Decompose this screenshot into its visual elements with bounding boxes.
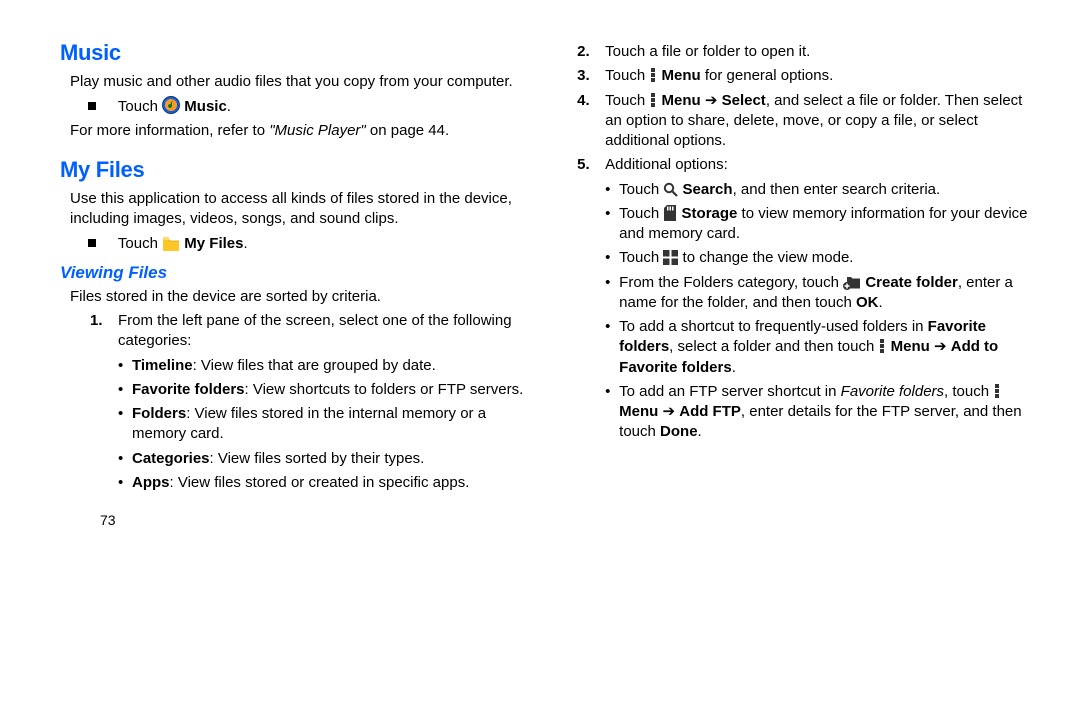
right-column: 2. Touch a file or folder to open it. 3.… — [555, 38, 1040, 698]
touch-myfiles-line: Touch My Files. — [70, 234, 525, 254]
step-number: 1. — [90, 311, 118, 352]
myfiles-label: My Files — [184, 235, 243, 252]
search-icon — [663, 182, 678, 197]
option-add-ftp: • To add an FTP server shortcut in Favor… — [605, 382, 1040, 443]
page-number: 73 — [100, 511, 525, 530]
menu-dots-icon — [649, 92, 657, 108]
heading-viewing: Viewing Files — [60, 262, 525, 285]
step-5: 5. Additional options: — [577, 155, 1040, 175]
music-label: Music — [184, 98, 227, 115]
touch-text: Touch — [118, 235, 162, 252]
step-3: 3. Touch Menu for general options. — [577, 66, 1040, 86]
category-folders: • Folders: View files stored in the inte… — [118, 404, 525, 445]
grid-view-icon — [663, 250, 678, 265]
myfiles-intro: Use this application to access all kinds… — [70, 189, 525, 230]
create-folder-icon — [843, 275, 861, 290]
touch-music-line: Touch Music. — [70, 96, 525, 117]
step-2: 2. Touch a file or folder to open it. — [577, 42, 1040, 62]
step-1: 1. From the left pane of the screen, sel… — [90, 311, 525, 352]
option-search: • Touch Search, and then enter search cr… — [605, 180, 1040, 200]
folder-icon — [162, 236, 180, 251]
music-ref: For more information, refer to "Music Pl… — [70, 121, 525, 141]
storage-icon — [663, 205, 677, 221]
menu-dots-icon — [993, 383, 1001, 399]
music-intro: Play music and other audio files that yo… — [70, 72, 525, 92]
heading-music: Music — [60, 38, 525, 68]
heading-myfiles: My Files — [60, 155, 525, 185]
page: Music Play music and other audio files t… — [0, 0, 1080, 718]
step-text: From the left pane of the screen, select… — [118, 311, 525, 352]
square-bullet — [88, 239, 96, 247]
category-categories: • Categories: View files sorted by their… — [118, 449, 525, 469]
step-4: 4. Touch Menu ➔ Select, and select a fil… — [577, 91, 1040, 152]
option-add-favorite: • To add a shortcut to frequently-used f… — [605, 317, 1040, 378]
category-apps: • Apps: View files stored or created in … — [118, 473, 525, 493]
menu-dots-icon — [878, 338, 886, 354]
category-favorite-folders: • Favorite folders: View shortcuts to fo… — [118, 380, 525, 400]
option-storage: • Touch Storage to view memory informati… — [605, 204, 1040, 245]
left-column: Music Play music and other audio files t… — [60, 38, 555, 698]
menu-dots-icon — [649, 67, 657, 83]
touch-text: Touch — [118, 98, 162, 115]
music-icon — [162, 96, 180, 114]
option-view-mode: • Touch to change the view mode. — [605, 248, 1040, 268]
square-bullet — [88, 102, 96, 110]
category-timeline: • Timeline: View files that are grouped … — [118, 356, 525, 376]
viewing-intro: Files stored in the device are sorted by… — [70, 287, 525, 307]
option-create-folder: • From the Folders category, touch Creat… — [605, 273, 1040, 314]
